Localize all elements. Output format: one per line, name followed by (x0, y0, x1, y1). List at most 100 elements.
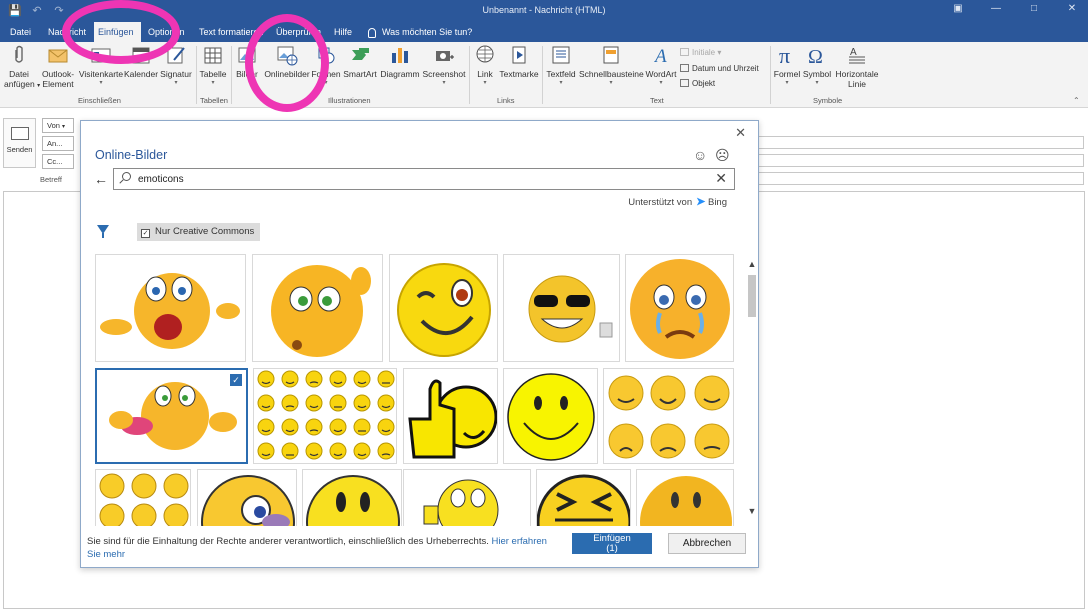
symbol-button[interactable]: Ω Symbol ▾ (802, 44, 832, 87)
maximize-icon[interactable]: □ (1028, 3, 1040, 14)
from-button[interactable]: Von ▾ (42, 118, 74, 133)
result-image[interactable] (636, 469, 734, 526)
objekt-button[interactable]: Objekt (680, 79, 715, 89)
datei-anfuegen-button[interactable]: Datei anfügen ▾ (4, 44, 40, 91)
creative-commons-checkbox[interactable]: ✓ Nur Creative Commons (137, 223, 261, 241)
result-image[interactable] (536, 469, 631, 526)
back-arrow-icon[interactable]: ← (94, 171, 108, 187)
result-image[interactable] (253, 368, 397, 464)
horizontale-linie-button[interactable]: A Horizontale Linie (833, 44, 881, 89)
datum-uhrzeit-button[interactable]: Datum und Uhrzeit (680, 64, 759, 74)
textmarke-button[interactable]: Textmarke (498, 44, 540, 79)
to-button[interactable]: An... (42, 136, 74, 151)
ribbon-separator (196, 46, 197, 104)
ribbon-display-icon[interactable]: ▣ (952, 3, 964, 14)
onlinebilder-button[interactable]: Onlinebilder (262, 44, 312, 79)
learn-more-link[interactable]: Hier erfahren (491, 536, 546, 547)
formel-button[interactable]: π Formel ▾ (772, 44, 802, 87)
result-image[interactable] (625, 254, 734, 362)
tab-text-formatieren[interactable]: Text formatieren (195, 22, 268, 42)
collapse-ribbon-icon[interactable]: ⌃ (1073, 96, 1080, 106)
tab-einfuegen[interactable]: Einfügen (94, 22, 141, 42)
result-image-selected[interactable]: ✓ (95, 368, 248, 464)
bookmark-icon (512, 46, 526, 64)
textbox-icon (552, 46, 570, 64)
cancel-button[interactable]: Abbrechen (668, 533, 746, 554)
diagramm-button[interactable]: Diagramm (379, 44, 421, 79)
ribbon-separator (231, 46, 232, 104)
result-image[interactable] (503, 368, 598, 464)
bilder-button[interactable]: Bilder (234, 44, 260, 79)
picture-icon (238, 47, 256, 63)
dialog-title: Online-Bilder (95, 148, 168, 162)
tell-me-box[interactable]: Was möchten Sie tun? (368, 22, 472, 42)
textfeld-button[interactable]: Textfeld ▾ (544, 44, 578, 87)
filter-icon[interactable] (97, 225, 109, 238)
scroll-down-icon[interactable]: ▼ (746, 506, 758, 516)
group-einschliessen: Einschließen (78, 96, 121, 105)
sunglasses-emoji-image (528, 275, 613, 343)
to-field[interactable] (758, 136, 1084, 149)
visitenkarte-button[interactable]: Visitenkarte ▾ (78, 44, 124, 87)
selected-check-icon: ✓ (230, 374, 242, 386)
image-results-grid: ✓ (94, 253, 734, 526)
checkbox-icon: ✓ (141, 229, 150, 238)
schnellbausteine-button[interactable]: Schnellbausteine ▾ (579, 44, 644, 87)
smartart-button[interactable]: SmartArt (342, 44, 378, 79)
subject-field[interactable] (758, 172, 1084, 185)
formen-button[interactable]: Formen ▾ (311, 44, 341, 87)
result-image[interactable] (302, 469, 402, 526)
online-picture-icon (277, 46, 298, 66)
frown-feedback-icon[interactable]: ☹ (715, 147, 730, 164)
quickparts-icon (603, 46, 619, 64)
omega-icon: Ω (808, 46, 823, 66)
send-button[interactable]: Senden (3, 118, 36, 168)
search-box: ✕ (113, 168, 735, 190)
learn-more-link-continued[interactable]: Sie mehr (87, 549, 125, 560)
result-image[interactable] (403, 368, 498, 464)
pi-icon: π (779, 44, 790, 66)
crying-emoji-image (630, 259, 730, 359)
powered-by-bing: Unterstützt von ➤ Bing (628, 196, 727, 208)
link-button[interactable]: Link ▾ (472, 44, 498, 87)
wordart-button[interactable]: A WordArt ▾ (644, 44, 678, 87)
result-image[interactable] (252, 254, 383, 362)
outlook-element-button[interactable]: Outlook- Element (40, 44, 76, 89)
result-image[interactable] (403, 469, 531, 526)
result-image[interactable] (95, 254, 246, 362)
dialog-close-icon[interactable]: ✕ (735, 125, 746, 141)
scroll-up-icon[interactable]: ▲ (746, 259, 758, 269)
result-image[interactable] (603, 368, 734, 464)
camera-icon (436, 51, 454, 61)
smile-feedback-icon[interactable]: ☺ (693, 147, 707, 163)
emoji-mix-image (99, 473, 189, 526)
screenshot-button[interactable]: Screenshot ▾ (421, 44, 467, 87)
result-image[interactable] (389, 254, 498, 362)
scrollbar-thumb[interactable] (748, 275, 756, 317)
tab-ueberpruefen[interactable]: Überprüfen (272, 22, 325, 42)
result-image[interactable] (95, 469, 191, 526)
insert-button[interactable]: Einfügen (1) (572, 533, 652, 554)
tab-datei[interactable]: Datei (6, 22, 35, 42)
kalender-button[interactable]: Kalender (124, 44, 158, 79)
clear-search-icon[interactable]: ✕ (715, 170, 727, 187)
initiale-button[interactable]: Initiale ▾ (680, 48, 721, 58)
emoji-faces-set-image (608, 375, 730, 459)
globe-link-icon (476, 45, 494, 63)
result-image[interactable] (197, 469, 297, 526)
cc-button[interactable]: Cc... (42, 154, 74, 169)
smartart-icon (352, 48, 369, 60)
result-image[interactable] (503, 254, 620, 362)
results-scrollbar[interactable]: ▲ ▼ (746, 253, 758, 518)
cc-field[interactable] (758, 154, 1084, 167)
tab-optionen[interactable]: Optionen (144, 22, 189, 42)
close-window-icon[interactable]: ✕ (1066, 3, 1078, 14)
minimize-icon[interactable]: — (990, 3, 1002, 14)
tab-nachricht[interactable]: Nachricht (44, 22, 90, 42)
envelope-icon (48, 49, 68, 63)
signatur-button[interactable]: Signatur ▾ (159, 44, 193, 87)
search-input[interactable] (138, 171, 708, 187)
tabelle-button[interactable]: Tabelle ▾ (198, 44, 228, 87)
tab-hilfe[interactable]: Hilfe (330, 22, 356, 42)
calendar-icon (132, 47, 150, 64)
